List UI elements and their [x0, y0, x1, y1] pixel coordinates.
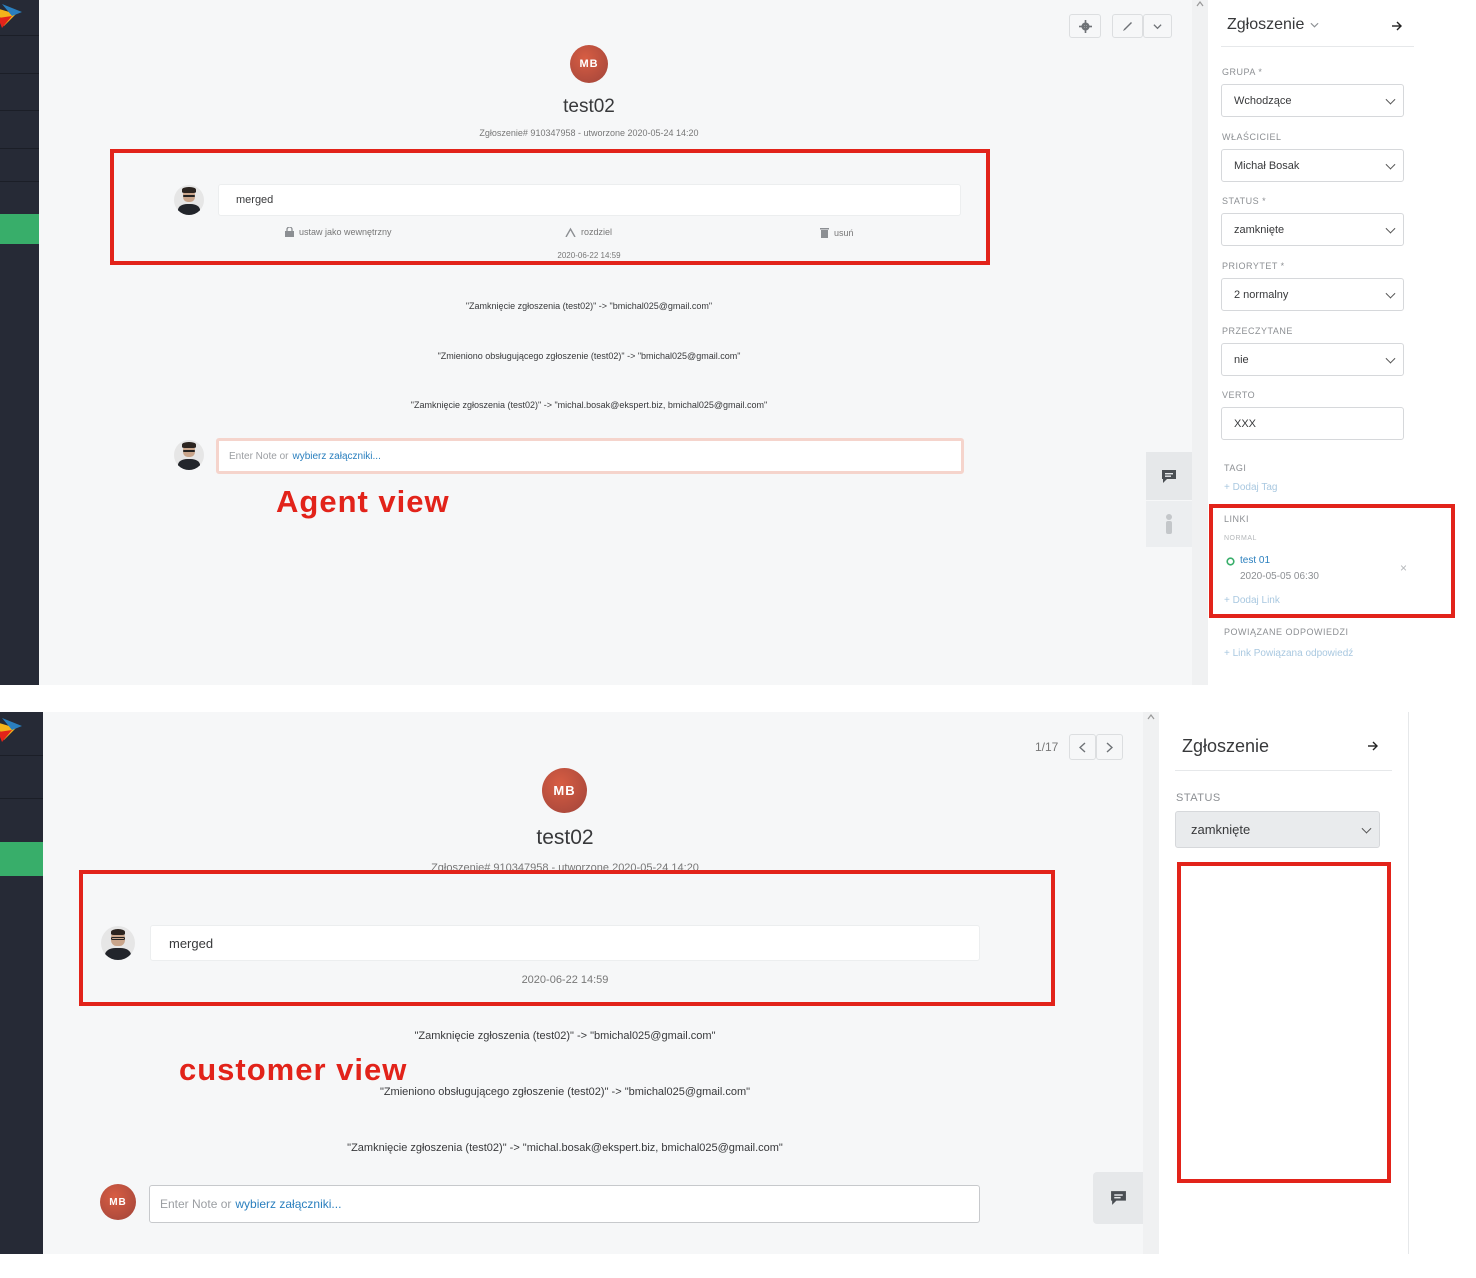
links-missing-highlight-box — [1177, 862, 1391, 1183]
customer-view-caption: customer view — [179, 1052, 408, 1087]
conversation-tab-button[interactable] — [1093, 1172, 1143, 1224]
ticket-zoom-main: MB test02 Zgłoszenie# 910347958 - utworz… — [39, 0, 1192, 685]
priority-label: PRIORYTET * — [1222, 261, 1285, 271]
status-label: STATUS — [1176, 792, 1221, 804]
note-input[interactable]: Enter Note or wybierz załączniki... — [149, 1185, 980, 1223]
side-navigation — [0, 0, 39, 685]
app-logo-icon — [0, 4, 22, 28]
article-highlight-box — [110, 149, 990, 265]
group-value: Wchodzące — [1234, 94, 1292, 107]
customer-tab-button[interactable] — [1146, 501, 1192, 547]
status-value: zamknięte — [1191, 822, 1251, 837]
status-label: STATUS * — [1222, 196, 1267, 206]
settings-button[interactable] — [1069, 14, 1101, 38]
next-ticket-button[interactable] — [1096, 734, 1123, 760]
previous-ticket-button[interactable] — [1069, 734, 1096, 760]
chevron-down-icon — [1310, 22, 1319, 28]
group-label: GRUPA * — [1222, 67, 1263, 77]
scroll-up-icon[interactable] — [1196, 1, 1204, 7]
side-navigation — [0, 712, 43, 1254]
add-tag-link[interactable]: + Dodaj Tag — [1224, 482, 1277, 493]
history-entry: "Zmieniono obsługującego zgłoszenie (tes… — [437, 351, 741, 361]
collapse-sidebar-icon[interactable] — [1367, 741, 1379, 751]
attach-files-link[interactable]: wybierz załączniki... — [235, 1197, 341, 1211]
agent-avatar[interactable] — [174, 440, 204, 470]
attach-files-link[interactable]: wybierz załączniki... — [292, 451, 380, 462]
app-logo-icon — [0, 718, 22, 742]
ticket-title[interactable]: test02 — [439, 96, 739, 118]
sidebar-title: Zgłoszenie — [1182, 736, 1269, 757]
chevron-right-icon — [1106, 741, 1113, 753]
collapse-sidebar-icon[interactable] — [1391, 21, 1403, 31]
owner-label: WŁAŚCICIEL — [1222, 132, 1282, 142]
owner-value: Michał Bosak — [1234, 159, 1300, 172]
sidebar-title-text: Zgłoszenie — [1182, 736, 1270, 756]
nav-item-active[interactable] — [0, 214, 39, 244]
verto-value: XXX — [1234, 417, 1257, 430]
scroll-up-icon[interactable] — [1147, 714, 1155, 720]
sidebar-title-text: Zgłoszenie — [1227, 16, 1305, 33]
sidebar-divider — [1221, 46, 1414, 47]
status-select[interactable]: zamknięte — [1221, 213, 1404, 246]
main-scrollbar[interactable] — [1143, 712, 1159, 1254]
edit-button[interactable] — [1112, 14, 1143, 38]
chat-icon — [1162, 469, 1176, 483]
note-placeholder: Enter Note or — [160, 1197, 232, 1211]
customer-avatar[interactable]: MB — [542, 768, 587, 813]
link-related-answer[interactable]: + Link Powiązana odpowiedź — [1224, 648, 1353, 659]
pagination-count: 1/17 — [1035, 740, 1059, 754]
verto-label: VERTO — [1222, 390, 1256, 400]
sidebar-divider — [1175, 770, 1392, 771]
verto-input[interactable]: XXX — [1221, 407, 1404, 440]
sidebar-title[interactable]: Zgłoszenie — [1227, 16, 1319, 34]
nav-item-active[interactable] — [0, 842, 43, 876]
read-value: nie — [1234, 353, 1249, 366]
links-highlight-box — [1209, 504, 1455, 618]
note-author-avatar[interactable]: MB — [100, 1184, 136, 1220]
read-select[interactable]: nie — [1221, 343, 1404, 376]
priority-value: 2 normalny — [1234, 288, 1289, 301]
history-entry: "Zamknięcie zgłoszenia (test02)" -> "bmi… — [414, 1030, 716, 1042]
read-label: PRZECZYTANE — [1222, 326, 1293, 336]
conversation-tab-button[interactable] — [1146, 452, 1192, 500]
ticket-title[interactable]: test02 — [415, 826, 715, 850]
owner-select[interactable]: Michał Bosak — [1221, 149, 1404, 182]
chevron-left-icon — [1079, 741, 1086, 753]
chevron-down-icon — [1153, 23, 1162, 29]
agent-view-caption: Agent view — [276, 484, 450, 519]
history-entry: "Zamknięcie zgłoszenia (test02)" -> "mic… — [347, 1142, 783, 1154]
pencil-icon — [1122, 22, 1132, 31]
article-highlight-box — [79, 870, 1055, 1006]
note-input[interactable]: Enter Note or wybierz załączniki... — [216, 438, 964, 474]
status-select[interactable]: zamknięte — [1175, 811, 1380, 848]
priority-select[interactable]: 2 normalny — [1221, 278, 1404, 311]
person-icon — [1166, 514, 1172, 534]
customer-avatar[interactable]: MB — [570, 45, 608, 83]
history-entry: "Zamknięcie zgłoszenia (test02)" -> "mic… — [410, 400, 768, 410]
group-select[interactable]: Wchodzące — [1221, 84, 1404, 117]
tags-label: TAGI — [1224, 463, 1247, 473]
note-placeholder: Enter Note or — [229, 450, 289, 462]
gear-icon — [1078, 19, 1092, 33]
status-value: zamknięte — [1234, 223, 1285, 236]
related-answers-label: POWIĄZANE ODPOWIEDZI — [1224, 627, 1349, 637]
main-scrollbar[interactable] — [1192, 0, 1208, 685]
history-entry: "Zamknięcie zgłoszenia (test02)" -> "bmi… — [465, 301, 713, 311]
chat-icon — [1110, 1191, 1126, 1205]
ticket-meta: Zgłoszenie# 910347958 - utworzone 2020-0… — [479, 128, 699, 138]
edit-dropdown-button[interactable] — [1143, 14, 1172, 38]
